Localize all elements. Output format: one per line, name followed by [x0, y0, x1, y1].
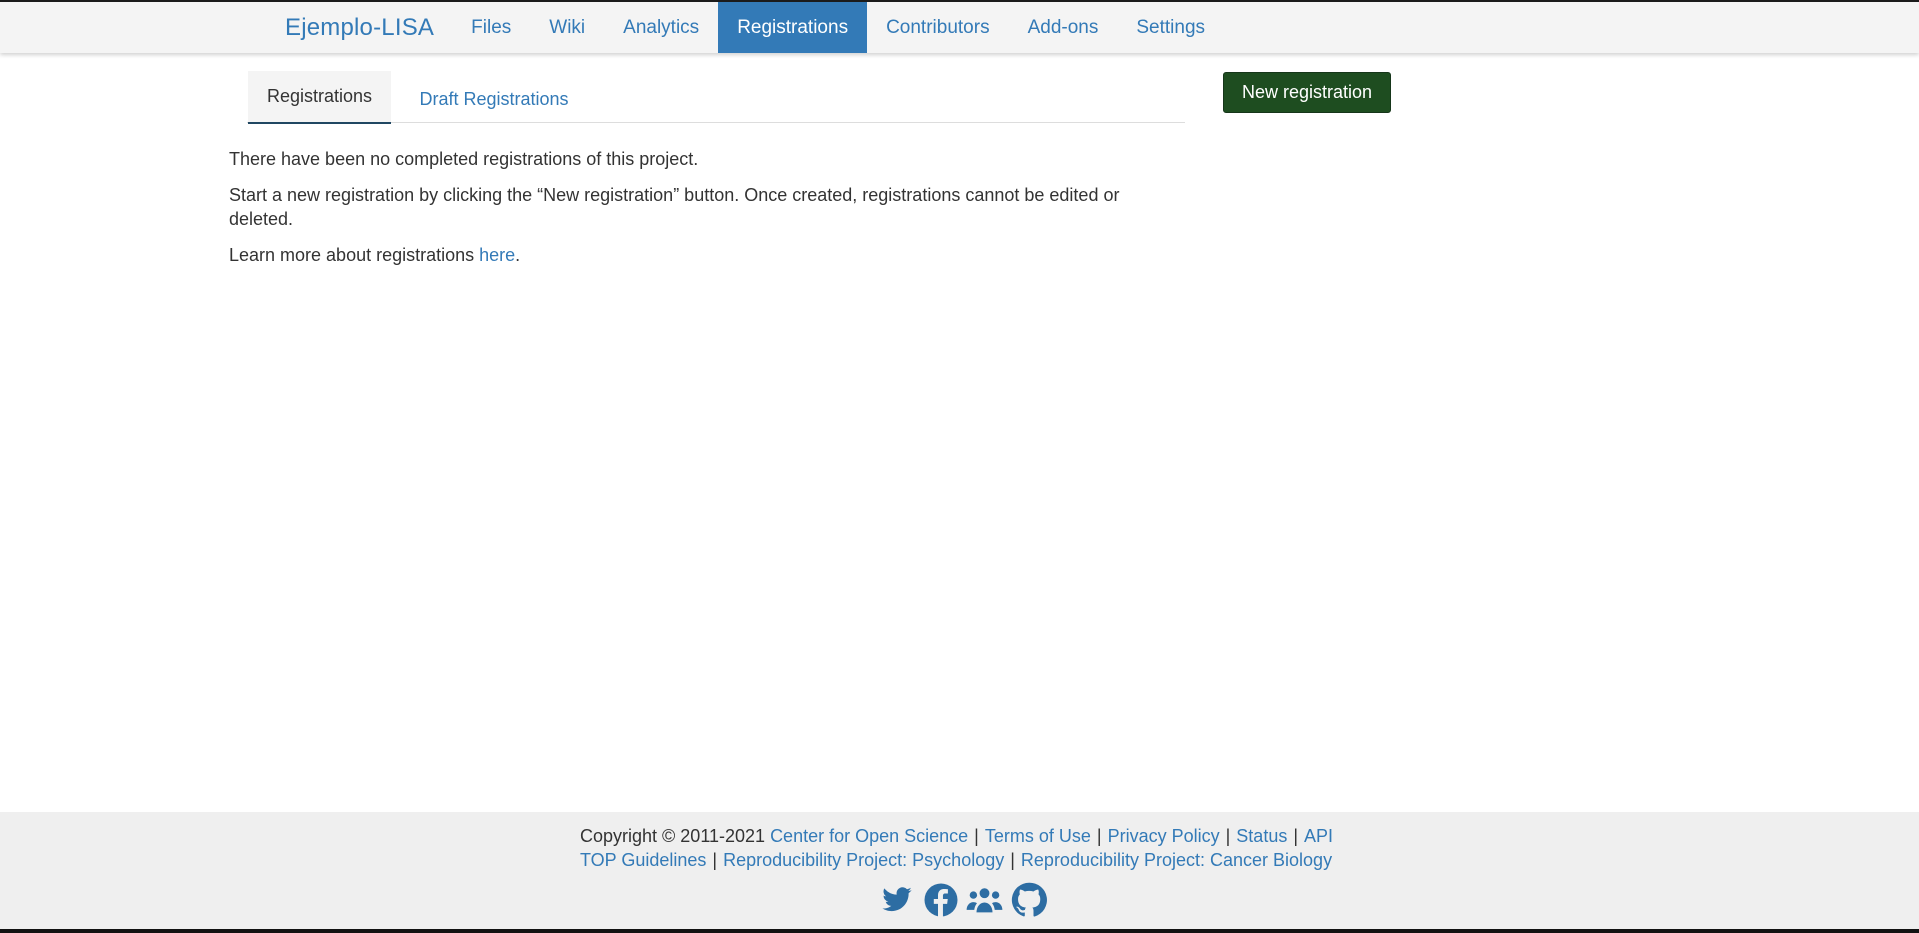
footer-separator: | — [1225, 826, 1231, 846]
no-registrations-text: There have been no completed registratio… — [229, 149, 699, 169]
twitter-icon[interactable] — [878, 882, 915, 918]
nav-add-ons[interactable]: Add-ons — [1009, 2, 1118, 53]
learn-more-text: Learn more about registrations here. — [229, 243, 1169, 267]
new-registration-button[interactable]: New registration — [1223, 72, 1391, 113]
footer-link-status[interactable]: Status — [1236, 826, 1287, 846]
footer-separator: | — [1293, 826, 1299, 846]
footer-link-privacy[interactable]: Privacy Policy — [1108, 826, 1220, 846]
social-links — [878, 882, 1047, 918]
footer-links: Copyright © 2011-2021 Center for Open Sc… — [580, 824, 1340, 872]
footer-link-cos[interactable]: Center for Open Science — [770, 826, 968, 846]
group-icon[interactable] — [966, 882, 1003, 918]
nav-registrations[interactable]: Registrations — [718, 2, 868, 53]
facebook-icon[interactable] — [922, 882, 959, 918]
github-icon[interactable] — [1010, 882, 1047, 918]
footer-link-top-guidelines[interactable]: TOP Guidelines — [580, 850, 706, 870]
registration-tabs: Registrations Draft Registrations — [247, 71, 1185, 124]
footer-link-rp-psychology[interactable]: Reproducibility Project: Psychology — [723, 850, 1004, 870]
learn-more-link[interactable]: here — [479, 245, 515, 265]
tab-draft-registrations[interactable]: Draft Registrations — [414, 71, 574, 123]
nav-analytics[interactable]: Analytics — [604, 2, 718, 53]
footer-line-1: Copyright © 2011-2021 Center for Open Sc… — [580, 824, 1340, 848]
footer-link-rp-cancer-biology[interactable]: Reproducibility Project: Cancer Biology — [1021, 850, 1332, 870]
footer-link-terms[interactable]: Terms of Use — [985, 826, 1091, 846]
footer-separator: | — [974, 826, 979, 846]
project-title-link[interactable]: Ejemplo-LISA — [267, 2, 452, 53]
learn-more-suffix: . — [515, 245, 521, 265]
tab-registrations[interactable]: Registrations — [248, 71, 391, 124]
nav-files[interactable]: Files — [452, 2, 530, 53]
nav-contributors[interactable]: Contributors — [867, 2, 1009, 53]
footer-link-api[interactable]: API — [1304, 826, 1333, 846]
project-nav: Ejemplo-LISA Files Wiki Analytics Regist… — [267, 2, 1224, 53]
footer-line-2: TOP Guidelines | Reproducibility Project: … — [580, 848, 1340, 872]
footer-separator: | — [1096, 826, 1102, 846]
footer-separator: | — [712, 850, 718, 870]
learn-more-prefix: Learn more about registrations — [229, 245, 480, 265]
footer-separator: | — [1010, 850, 1015, 870]
registrations-content: There have been no completed registratio… — [229, 147, 1169, 279]
nav-settings[interactable]: Settings — [1117, 2, 1224, 53]
copyright-text: Copyright © 2011-2021 — [580, 826, 766, 846]
nav-wiki[interactable]: Wiki — [530, 2, 604, 53]
project-navbar: Ejemplo-LISA Files Wiki Analytics Regist… — [0, 0, 1919, 53]
window-bottom-edge — [0, 929, 1919, 933]
instructions-text: Start a new registration by clicking the… — [229, 185, 1120, 229]
